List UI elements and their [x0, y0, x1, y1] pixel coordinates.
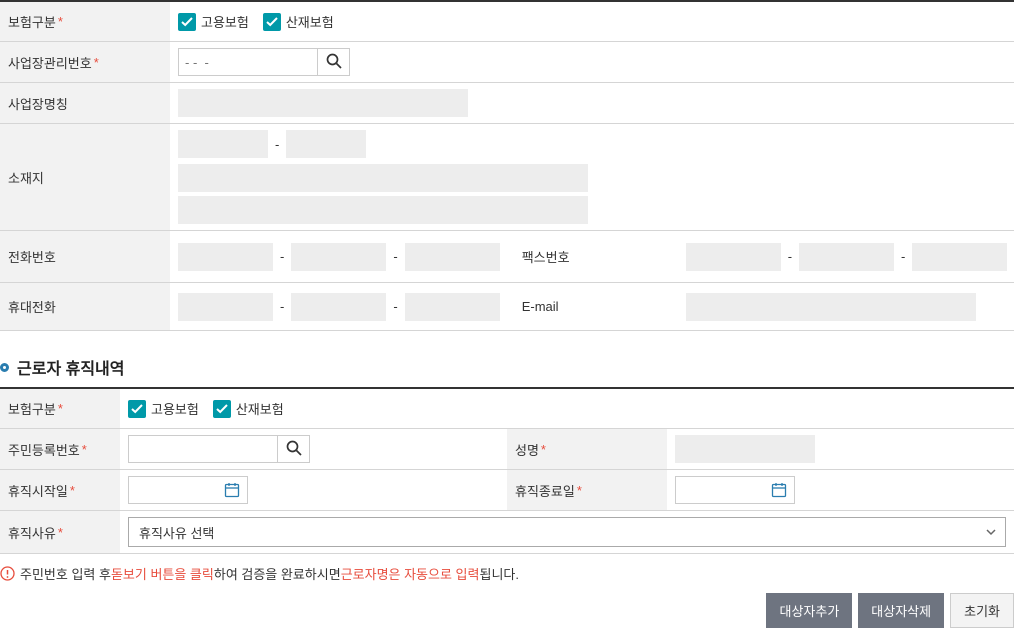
- check-icon: [213, 400, 231, 418]
- insurance-type-label: 보험구분 *: [0, 2, 170, 41]
- address2-input[interactable]: [178, 196, 588, 224]
- calendar-icon[interactable]: [224, 482, 240, 498]
- fax3-input[interactable]: [912, 243, 1007, 271]
- biz-mgmt-no-input[interactable]: [178, 48, 318, 76]
- delete-target-button[interactable]: 대상자삭제: [858, 593, 944, 628]
- info-message: 주민번호 입력 후 돋보기 버튼을 클릭 하여 검증을 완료하시면 근로자명은 …: [0, 564, 1014, 583]
- reset-button[interactable]: 초기화: [950, 593, 1014, 628]
- biz-name-input[interactable]: [178, 89, 468, 117]
- chevron-down-icon: [985, 526, 997, 538]
- rrn-input[interactable]: [128, 435, 278, 463]
- location-label: 소재지: [0, 124, 170, 230]
- email-label: E-mail: [514, 289, 682, 324]
- mobile1-input[interactable]: [178, 293, 273, 321]
- bullet-icon: [0, 363, 9, 372]
- phone3-input[interactable]: [405, 243, 500, 271]
- search-icon: [286, 440, 302, 459]
- biz-mgmt-no-label: 사업장관리번호*: [0, 42, 170, 82]
- ins-type2-label: 보험구분 *: [0, 389, 120, 428]
- reason-label: 휴직사유 *: [0, 511, 120, 553]
- alert-icon: [0, 566, 15, 581]
- check-icon: [128, 400, 146, 418]
- calendar-icon[interactable]: [771, 482, 787, 498]
- end-date-label: 휴직종료일 *: [507, 470, 667, 510]
- phone1-input[interactable]: [178, 243, 273, 271]
- biz-name-label: 사업장명칭: [0, 83, 170, 123]
- postal1-input[interactable]: [178, 130, 268, 158]
- fax2-input[interactable]: [799, 243, 894, 271]
- rrn-search-button[interactable]: [278, 435, 310, 463]
- email-input[interactable]: [686, 293, 976, 321]
- emp-insurance-checkbox[interactable]: 고용보험: [178, 12, 249, 31]
- phone2-input[interactable]: [291, 243, 386, 271]
- name-label: 성명 *: [507, 429, 667, 469]
- mobile3-input[interactable]: [405, 293, 500, 321]
- fax1-input[interactable]: [686, 243, 781, 271]
- ind-insurance2-checkbox[interactable]: 산재보험: [213, 399, 284, 418]
- section-worker-leave-title: 근로자 휴직내역: [0, 355, 1014, 379]
- biz-mgmt-no-search-button[interactable]: [318, 48, 350, 76]
- check-icon: [178, 13, 196, 31]
- emp-insurance2-checkbox[interactable]: 고용보험: [128, 399, 199, 418]
- postal2-input[interactable]: [286, 130, 366, 158]
- start-date-label: 휴직시작일 *: [0, 470, 120, 510]
- mobile2-input[interactable]: [291, 293, 386, 321]
- address1-input[interactable]: [178, 164, 588, 192]
- rrn-label: 주민등록번호 *: [0, 429, 120, 469]
- add-target-button[interactable]: 대상자추가: [766, 593, 852, 628]
- insurance-type-value: 고용보험 산재보험: [170, 2, 1014, 41]
- fax-label: 팩스번호: [514, 237, 682, 276]
- mobile-label: 휴대전화: [0, 283, 170, 330]
- phone-label: 전화번호: [0, 231, 170, 282]
- name-input[interactable]: [675, 435, 815, 463]
- ind-insurance-checkbox[interactable]: 산재보험: [263, 12, 334, 31]
- dash: -: [272, 137, 282, 152]
- search-icon: [326, 53, 342, 72]
- check-icon: [263, 13, 281, 31]
- reason-select[interactable]: 휴직사유 선택: [128, 517, 1006, 547]
